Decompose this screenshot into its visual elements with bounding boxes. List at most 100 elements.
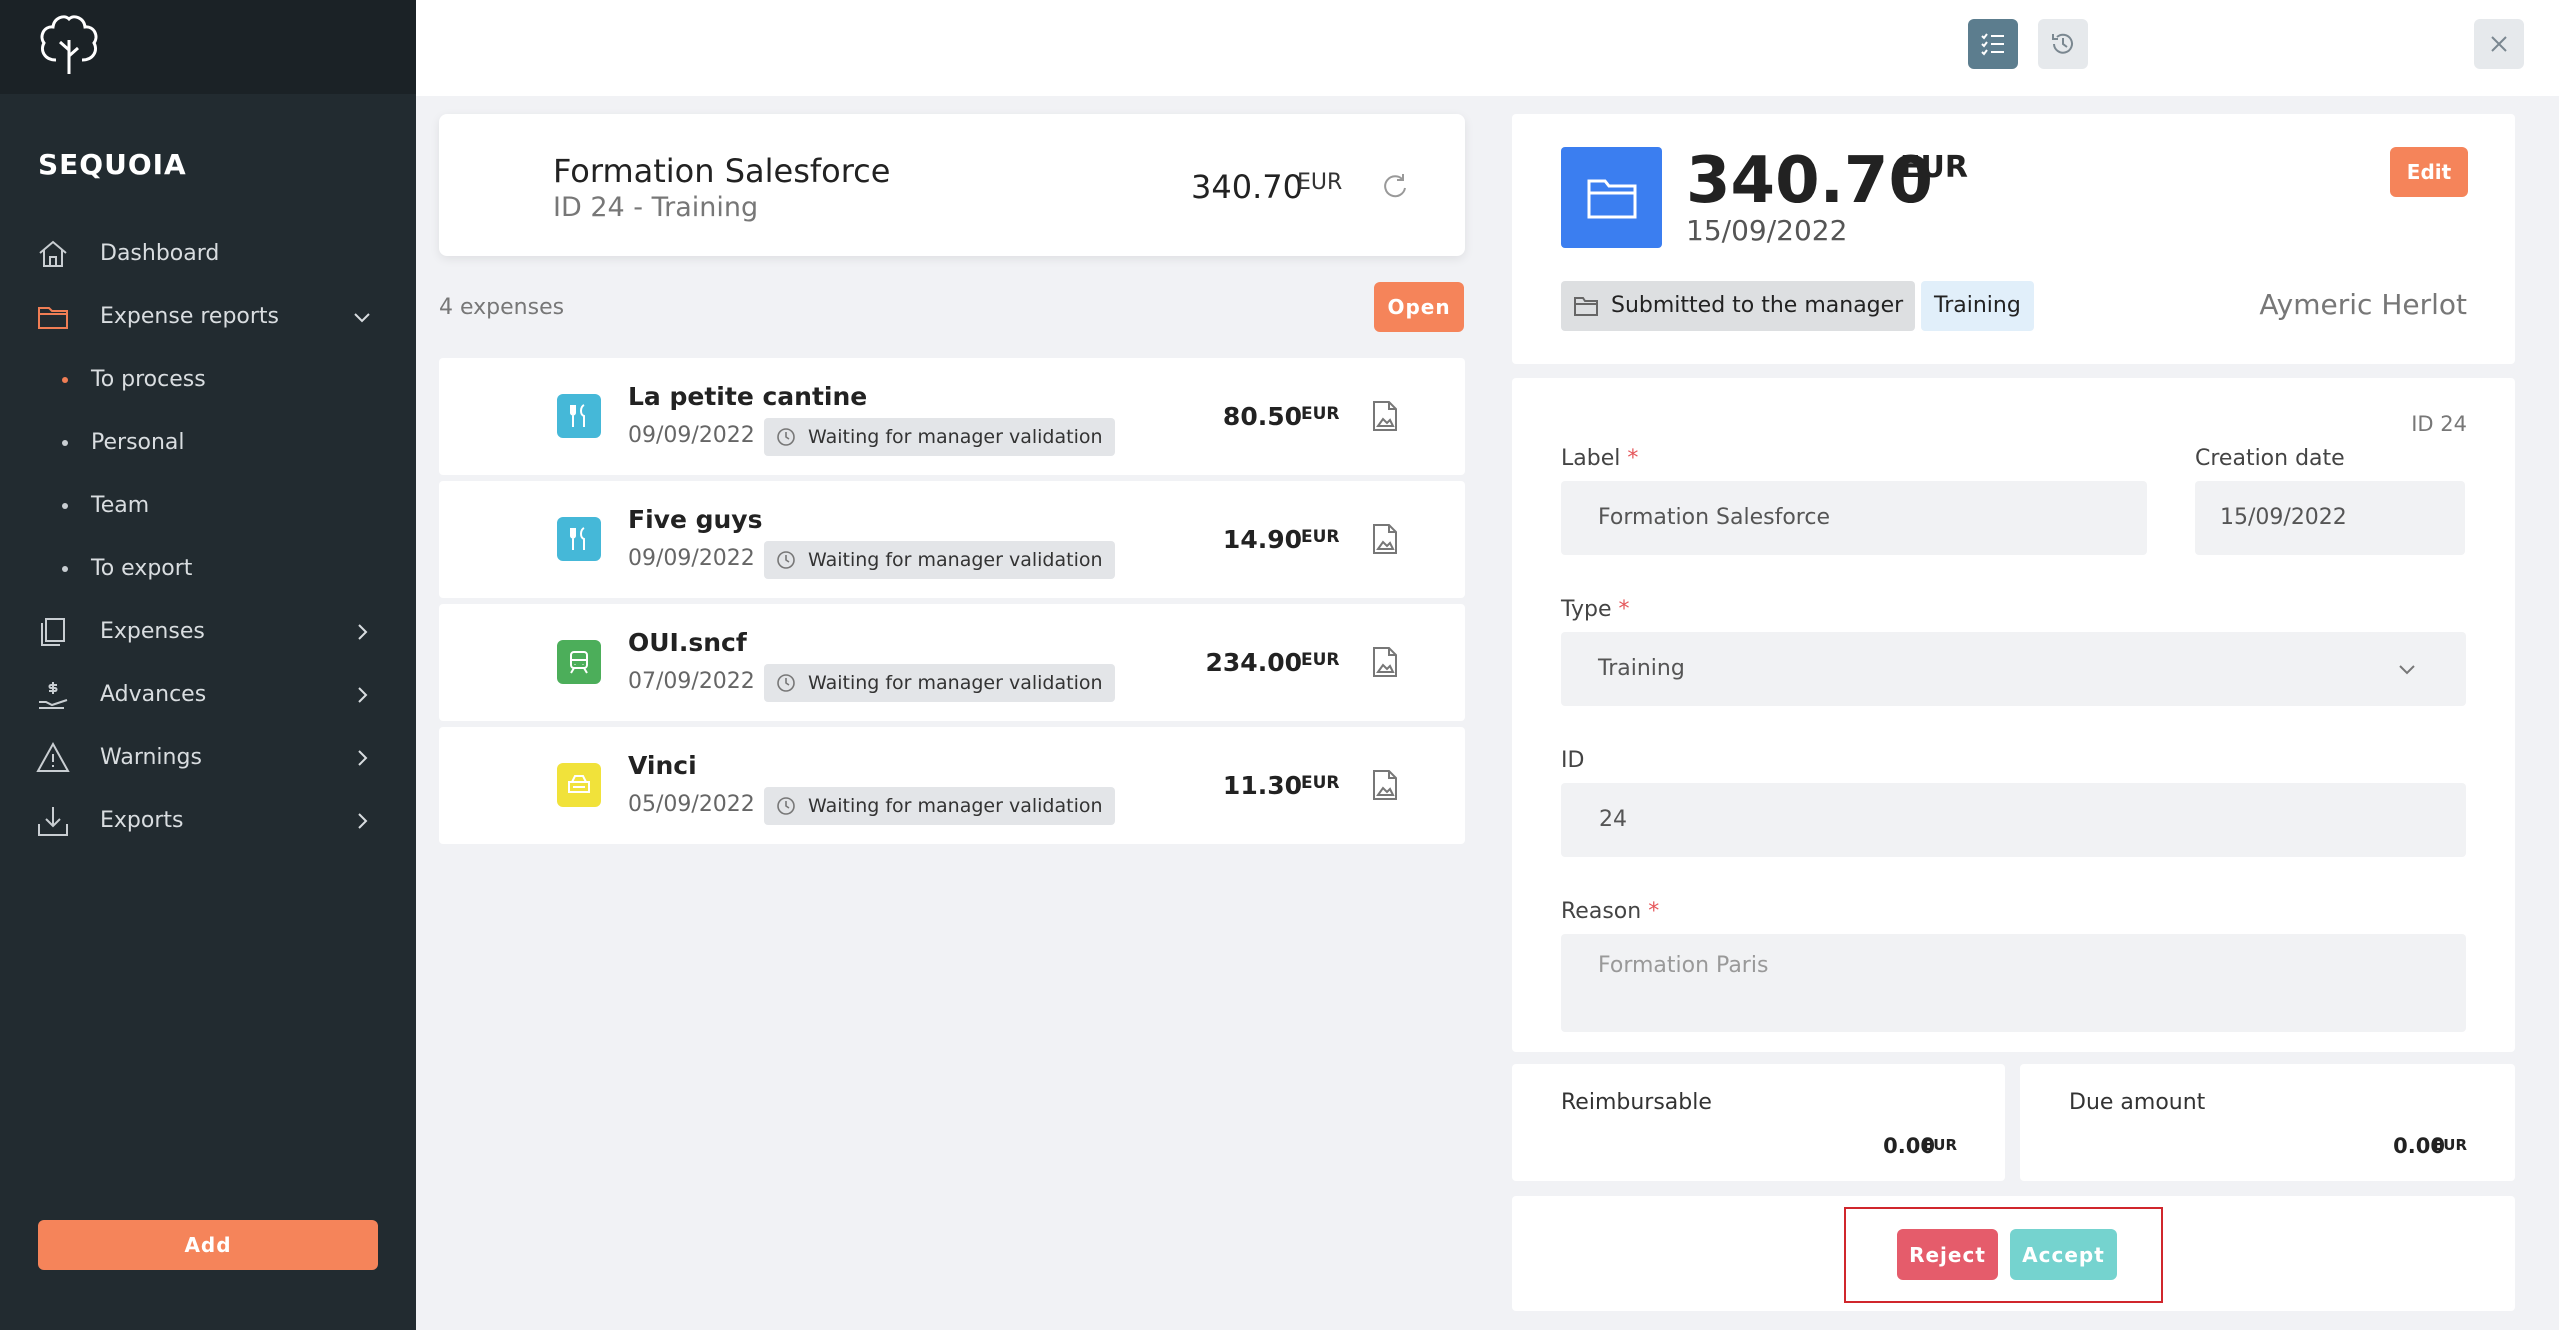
required-mark: * [1618,597,1630,622]
clock-icon [777,551,795,569]
clock-icon [777,797,795,815]
add-button[interactable]: Add [38,1220,378,1270]
type-badge: Training [1921,281,2034,331]
reason-field-title: Reason * [1561,899,1659,924]
expense-status-badge: Waiting for manager validation [764,787,1115,825]
expense-amount: 14.90 [1222,525,1302,554]
sidebar-subitem-personal[interactable]: Personal [0,411,416,474]
expense-row[interactable]: Five guys 09/09/2022 Waiting for manager… [439,481,1465,598]
expense-date: 09/09/2022 [628,546,755,571]
sidebar-item-expense-reports[interactable]: Expense reports [0,285,416,348]
chevron-right-icon[interactable] [352,811,372,831]
history-button[interactable] [2038,19,2088,69]
bullet-dot [62,502,68,509]
close-button[interactable] [2474,19,2524,69]
folder-icon [1574,297,1598,316]
toll-icon [557,763,601,807]
report-subtitle: ID 24 - Training [553,192,759,223]
sidebar-item-dashboard[interactable]: Dashboard [0,222,416,285]
download-icon [38,806,68,836]
expense-status-text: Waiting for manager validation [808,426,1103,448]
chevron-down-icon [2399,665,2415,675]
report-summary-card: Formation Salesforce ID 24 - Training 34… [439,114,1465,256]
expense-status-text: Waiting for manager validation [808,549,1103,571]
label-field[interactable]: Formation Salesforce [1561,481,2147,555]
expense-currency: EUR [1301,404,1340,424]
required-mark: * [1627,446,1639,471]
tree-logo-icon[interactable] [36,10,102,78]
type-field-title: Type * [1561,597,1630,622]
detail-currency: EUR [1900,150,1968,185]
sidebar-item-label: Expense reports [100,304,280,329]
type-select-value: Training [1598,656,1685,681]
sidebar-item-label: Warnings [100,745,202,770]
edit-button[interactable]: Edit [2390,147,2468,197]
expense-currency: EUR [1301,527,1340,547]
checklist-view-button[interactable] [1968,19,2018,69]
field-title-text: Label [1561,446,1621,471]
expense-name: La petite cantine [628,382,868,411]
folder-icon [1561,147,1662,248]
expense-row[interactable]: OUI.sncf 07/09/2022 Waiting for manager … [439,604,1465,721]
chevron-right-icon[interactable] [352,622,372,642]
clock-icon [777,674,795,692]
expense-date: 07/09/2022 [628,669,755,694]
expense-amount: 234.00 [1205,648,1302,677]
brand-name: SEQUOIA [38,148,187,181]
accept-button[interactable]: Accept [2010,1229,2117,1280]
expense-amount: 80.50 [1222,402,1302,431]
reason-field[interactable]: Formation Paris [1561,934,2466,1032]
chevron-right-icon[interactable] [352,685,372,705]
creation-date-title: Creation date [2195,446,2345,471]
active-dot [62,376,68,383]
expense-name: Vinci [628,751,697,780]
id-field[interactable]: 24 [1561,783,2466,857]
sidebar-item-warnings[interactable]: Warnings [0,726,416,789]
sidebar-subitem-label: To export [91,556,193,581]
sidebar-item-label: Exports [100,808,184,833]
sidebar-subitem-to-process[interactable]: To process [0,348,416,411]
sidebar-item-advances[interactable]: Advances [0,663,416,726]
expense-row[interactable]: Vinci 05/09/2022 Waiting for manager val… [439,727,1465,844]
receipt-image-icon[interactable] [1372,523,1398,555]
sidebar-subitem-label: Team [91,493,150,518]
field-title-text: Reason [1561,899,1642,924]
expense-row[interactable]: La petite cantine 09/09/2022 Waiting for… [439,358,1465,475]
sidebar-subitem-to-export[interactable]: To export [0,537,416,600]
logo-bar [0,0,416,94]
refresh-icon[interactable] [1381,172,1409,200]
detail-date: 15/09/2022 [1686,214,1848,247]
detail-amount: 340.70 [1686,144,1933,218]
expense-name: Five guys [628,505,763,534]
expense-date: 05/09/2022 [628,792,755,817]
expense-status-text: Waiting for manager validation [808,795,1103,817]
sidebar-subitem-team[interactable]: Team [0,474,416,537]
receipt-image-icon[interactable] [1372,769,1398,801]
type-select[interactable]: Training [1561,632,2466,706]
chevron-right-icon[interactable] [352,748,372,768]
restaurant-icon [557,517,601,561]
chevron-down-icon[interactable] [352,307,372,327]
report-form: ID 24 Label * Formation Salesforce Creat… [1512,378,2515,1052]
sidebar-item-expenses[interactable]: Expenses [0,600,416,663]
close-icon [2491,36,2507,52]
receipt-image-icon[interactable] [1372,400,1398,432]
status-badge: Submitted to the manager [1561,281,1916,331]
reimbursable-title: Reimbursable [1561,1090,1712,1115]
receipt-image-icon[interactable] [1372,646,1398,678]
reject-button[interactable]: Reject [1897,1229,1998,1280]
creation-date-field[interactable]: 15/09/2022 [2195,481,2465,555]
expense-date: 09/09/2022 [628,423,755,448]
required-mark: * [1648,899,1660,924]
sidebar-item-exports[interactable]: Exports [0,789,416,852]
user-name: Aymeric Herlot [2259,288,2467,321]
open-status-button[interactable]: Open [1374,282,1464,332]
restaurant-icon [557,394,601,438]
due-amount-title: Due amount [2069,1090,2206,1115]
sidebar-nav: Dashboard Expense reports To process Per… [0,222,416,852]
history-icon [2052,33,2073,54]
report-amount: 340.70 [1191,168,1303,206]
folder-icon [38,306,68,329]
hand-money-icon [39,681,68,709]
expense-status-badge: Waiting for manager validation [764,418,1115,456]
